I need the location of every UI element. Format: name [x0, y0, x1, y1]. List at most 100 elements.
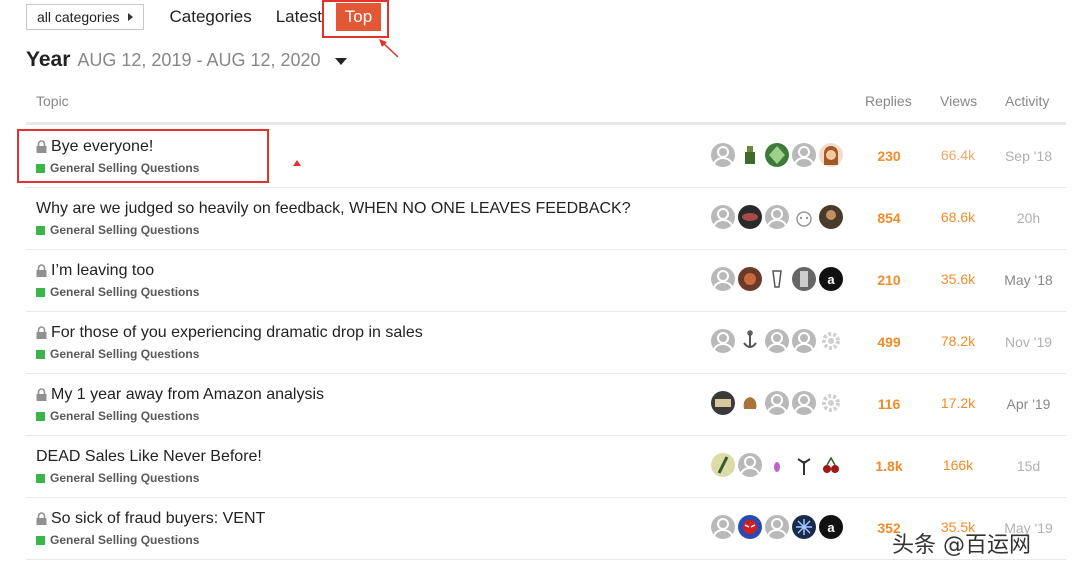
header-replies[interactable]: Replies	[865, 93, 912, 109]
avatar[interactable]: a	[819, 267, 843, 291]
period-range: AUG 12, 2019 - AUG 12, 2020	[77, 49, 321, 70]
activity-time[interactable]: Nov '19	[1001, 334, 1056, 350]
gear-icon[interactable]	[819, 391, 843, 415]
avatar[interactable]	[792, 205, 816, 229]
avatar[interactable]	[792, 143, 816, 167]
views-count: 166k	[942, 457, 974, 473]
category-name: General Selling Questions	[50, 285, 200, 299]
avatar[interactable]	[711, 329, 735, 353]
avatar[interactable]: a	[819, 515, 843, 539]
avatar[interactable]	[765, 329, 789, 353]
period-selector[interactable]: Year AUG 12, 2019 - AUG 12, 2020	[26, 48, 347, 72]
avatar[interactable]	[792, 267, 816, 291]
nav-latest[interactable]: Latest	[276, 7, 322, 27]
topic-title-link[interactable]: DEAD Sales Like Never Before!	[36, 448, 262, 466]
topic-title: For those of you experiencing dramatic d…	[51, 324, 423, 341]
avatar[interactable]	[738, 205, 762, 229]
topic-title: So sick of fraud buyers: VENT	[51, 510, 266, 527]
posters	[711, 143, 843, 167]
nav-top[interactable]: Top	[336, 3, 381, 31]
avatar[interactable]	[792, 515, 816, 539]
lock-icon	[36, 512, 47, 526]
avatar[interactable]	[765, 453, 789, 477]
topic-category[interactable]: General Selling Questions	[36, 285, 199, 299]
watermark: 头条 @百运网	[892, 533, 1031, 558]
activity-time[interactable]: 15d	[1001, 458, 1056, 474]
avatar[interactable]	[792, 453, 816, 477]
gear-icon[interactable]	[819, 329, 843, 353]
posters	[711, 205, 843, 229]
activity-time[interactable]: Sep '18	[1001, 148, 1056, 164]
topic-title: DEAD Sales Like Never Before!	[36, 448, 262, 465]
topic-title: I’m leaving too	[51, 262, 155, 279]
topic-row: My 1 year away from Amazon analysis Gene…	[26, 373, 1066, 436]
header-views[interactable]: Views	[940, 93, 977, 109]
avatar[interactable]	[738, 267, 762, 291]
avatar[interactable]	[738, 515, 762, 539]
replies-count: 210	[877, 272, 901, 288]
topic-title: My 1 year away from Amazon analysis	[51, 386, 324, 403]
caret-right-icon	[127, 13, 133, 21]
posters	[711, 329, 843, 353]
avatar[interactable]	[738, 453, 762, 477]
topic-row: For those of you experiencing dramatic d…	[26, 311, 1066, 374]
avatar[interactable]	[711, 143, 735, 167]
activity-time[interactable]: May '18	[1001, 272, 1056, 288]
topic-category[interactable]: General Selling Questions	[36, 223, 199, 237]
title-highlight-box	[17, 129, 269, 183]
avatar[interactable]	[819, 143, 843, 167]
topic-category[interactable]: General Selling Questions	[36, 347, 199, 361]
category-color-badge	[36, 411, 45, 421]
avatar[interactable]	[765, 143, 789, 167]
avatar[interactable]	[765, 205, 789, 229]
avatar[interactable]	[711, 205, 735, 229]
views-count: 68.6k	[940, 209, 976, 225]
avatar[interactable]	[792, 391, 816, 415]
activity-time[interactable]: Apr '19	[1001, 396, 1056, 412]
activity-time[interactable]: 20h	[1001, 210, 1056, 226]
avatar[interactable]	[738, 391, 762, 415]
avatar[interactable]	[765, 391, 789, 415]
topic-category[interactable]: General Selling Questions	[36, 471, 199, 485]
lock-icon	[36, 326, 47, 340]
avatar[interactable]	[711, 453, 735, 477]
replies-count: 854	[877, 210, 901, 226]
header-topic[interactable]: Topic	[36, 93, 69, 109]
nav-categories[interactable]: Categories	[170, 7, 252, 27]
avatar[interactable]	[738, 143, 762, 167]
avatar[interactable]	[792, 329, 816, 353]
lock-icon	[36, 388, 47, 402]
topic-category[interactable]: General Selling Questions	[36, 533, 199, 547]
category-name: General Selling Questions	[50, 409, 200, 423]
avatar[interactable]	[711, 391, 735, 415]
category-color-badge	[36, 225, 45, 235]
avatar[interactable]	[819, 205, 843, 229]
annotation-arrow-icon	[379, 39, 399, 58]
views-count: 78.2k	[940, 333, 976, 349]
category-dropdown[interactable]: all categories	[26, 4, 144, 30]
avatar[interactable]	[711, 267, 735, 291]
replies-count: 116	[877, 396, 901, 412]
posters: a	[711, 515, 843, 539]
category-color-badge	[36, 535, 45, 545]
category-color-badge	[36, 473, 45, 483]
replies-count: 230	[877, 148, 901, 164]
avatar[interactable]	[819, 453, 843, 477]
replies-count: 499	[877, 334, 901, 350]
caret-down-icon[interactable]	[334, 57, 347, 65]
posters: a	[711, 267, 843, 291]
avatar[interactable]	[738, 329, 762, 353]
header-activity[interactable]: Activity	[1005, 93, 1049, 109]
topic-title-link[interactable]: Why are we judged so heavily on feedback…	[36, 200, 631, 218]
views-count: 17.2k	[940, 395, 976, 411]
topic-title-link[interactable]: I’m leaving too	[36, 262, 154, 280]
topic-title-link[interactable]: For those of you experiencing dramatic d…	[36, 324, 423, 342]
category-color-badge	[36, 287, 45, 297]
avatar[interactable]	[711, 515, 735, 539]
avatar[interactable]	[765, 267, 789, 291]
category-dropdown-label: all categories	[37, 9, 120, 25]
topic-title-link[interactable]: My 1 year away from Amazon analysis	[36, 386, 324, 404]
topic-title-link[interactable]: So sick of fraud buyers: VENT	[36, 510, 265, 528]
topic-category[interactable]: General Selling Questions	[36, 409, 199, 423]
avatar[interactable]	[765, 515, 789, 539]
